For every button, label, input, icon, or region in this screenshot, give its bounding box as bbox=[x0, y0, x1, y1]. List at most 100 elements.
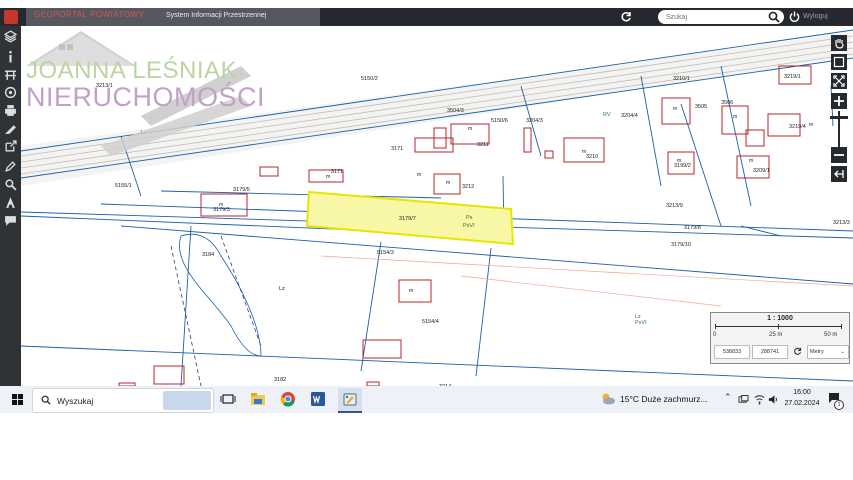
plus-icon bbox=[834, 96, 844, 106]
svg-text:3211: 3211 bbox=[477, 142, 489, 148]
zoom-box-button[interactable] bbox=[831, 54, 847, 70]
coord-y: 288741 bbox=[752, 345, 788, 359]
windows-start-icon[interactable] bbox=[12, 394, 23, 405]
svg-text:3204/4: 3204/4 bbox=[621, 113, 638, 119]
svg-text:m: m bbox=[417, 172, 421, 178]
svg-text:3504/3: 3504/3 bbox=[447, 108, 464, 114]
wifi-icon[interactable] bbox=[754, 394, 765, 405]
svg-text:3210/1: 3210/1 bbox=[673, 76, 690, 82]
svg-text:3179/8: 3179/8 bbox=[684, 225, 701, 231]
scale-ratio: 1 : 1000 bbox=[767, 315, 793, 322]
scale-tick-50: 50 m bbox=[824, 332, 838, 338]
chrome-icon[interactable] bbox=[280, 391, 296, 407]
weather-text[interactable]: 15°C Duże zachmurz... bbox=[620, 394, 708, 404]
svg-text:3210: 3210 bbox=[586, 154, 598, 160]
svg-text:5150/6: 5150/6 bbox=[491, 118, 508, 124]
svg-text:3204/3: 3204/3 bbox=[526, 118, 543, 124]
svg-text:3213/3: 3213/3 bbox=[833, 220, 850, 226]
svg-text:m: m bbox=[677, 158, 681, 164]
svg-text:5155/1: 5155/1 bbox=[115, 183, 132, 189]
svg-text:RV: RV bbox=[603, 112, 611, 118]
info-icon[interactable] bbox=[4, 50, 17, 63]
layers-icon[interactable] bbox=[4, 30, 17, 43]
svg-text:3219/4: 3219/4 bbox=[789, 124, 806, 130]
svg-text:m: m bbox=[733, 114, 737, 120]
paint-icon[interactable] bbox=[342, 391, 358, 407]
task-view-icon[interactable] bbox=[220, 391, 236, 407]
svg-text:3505: 3505 bbox=[695, 104, 707, 110]
clock-date[interactable]: 27.02.2024 bbox=[782, 400, 822, 407]
chevron-down-icon: ⌄ bbox=[840, 349, 845, 355]
unit-select[interactable]: Metry ⌄ bbox=[807, 345, 849, 359]
screen: 5150/2 3210/1 3219/1 3219/4 5150/6 3204/… bbox=[0, 0, 853, 413]
svg-text:3171: 3171 bbox=[391, 146, 403, 152]
svg-text:3209/1: 3209/1 bbox=[753, 168, 770, 174]
export-icon[interactable] bbox=[4, 140, 17, 153]
file-explorer-icon[interactable] bbox=[250, 391, 266, 407]
logout-label[interactable]: Wyloguj bbox=[803, 13, 828, 20]
svg-text:PsVI: PsVI bbox=[635, 320, 647, 326]
svg-text:m: m bbox=[446, 180, 450, 186]
search-box bbox=[658, 10, 784, 24]
power-icon[interactable] bbox=[789, 11, 800, 22]
coat-of-arms-icon bbox=[4, 10, 18, 24]
zoom-slider-handle[interactable] bbox=[830, 116, 848, 119]
taskbar-search-label: Wyszukaj bbox=[57, 396, 94, 406]
svg-text:m: m bbox=[749, 158, 753, 164]
chevron-up-icon[interactable]: ⌃ bbox=[724, 392, 732, 403]
expand-icon bbox=[833, 75, 845, 87]
watermark-line2: NIERUCHOMOŚCI bbox=[26, 80, 265, 112]
left-toolbar bbox=[0, 26, 21, 386]
zoom-box-icon bbox=[833, 56, 845, 68]
word-icon[interactable] bbox=[310, 391, 326, 407]
volume-icon[interactable] bbox=[768, 394, 779, 405]
parcel-label: 5150/2 bbox=[361, 76, 378, 82]
taskbar-search[interactable]: Wyszukaj bbox=[32, 388, 214, 413]
svg-text:PsVI: PsVI bbox=[463, 223, 475, 229]
svg-text:m: m bbox=[219, 202, 223, 208]
coord-x: 538833 bbox=[714, 345, 750, 359]
app-subtitle: System Informacji Przestrzennej bbox=[166, 12, 267, 19]
svg-text:m: m bbox=[809, 122, 813, 128]
refresh-icon[interactable] bbox=[620, 11, 632, 23]
active-indicator bbox=[338, 411, 362, 413]
draw-icon[interactable] bbox=[4, 122, 17, 135]
svg-text:3179/10: 3179/10 bbox=[671, 242, 691, 248]
svg-text:3213/9: 3213/9 bbox=[666, 203, 683, 209]
measure-icon[interactable] bbox=[4, 68, 17, 81]
svg-text:m: m bbox=[409, 288, 413, 294]
text-icon[interactable] bbox=[4, 196, 17, 209]
svg-text:3179/5: 3179/5 bbox=[233, 187, 250, 193]
target-icon[interactable] bbox=[4, 86, 17, 99]
svg-text:m: m bbox=[468, 126, 472, 132]
svg-text:m: m bbox=[582, 149, 586, 155]
app-name: GEOPORTAL POWIATOWY bbox=[34, 10, 145, 19]
svg-text:3212: 3212 bbox=[462, 184, 474, 190]
arrow-left-icon bbox=[834, 170, 844, 178]
taskbar-search-icon bbox=[41, 395, 51, 405]
search-highlight-image bbox=[163, 391, 211, 410]
svg-text:3184: 3184 bbox=[202, 252, 214, 258]
taskbar: Wyszukaj 15°C Duże zachmurz... ⌃ 16:00 2… bbox=[0, 386, 853, 413]
search-icon[interactable] bbox=[768, 11, 780, 23]
full-extent-button[interactable] bbox=[831, 73, 847, 89]
pencil-icon[interactable] bbox=[4, 160, 17, 173]
zoom-out-button[interactable] bbox=[831, 147, 847, 163]
svg-text:3506: 3506 bbox=[721, 100, 733, 106]
notification-count: 1 bbox=[834, 400, 844, 410]
svg-text:5154/3: 5154/3 bbox=[377, 250, 394, 256]
onedrive-icon[interactable] bbox=[738, 395, 749, 404]
comment-icon[interactable] bbox=[4, 214, 17, 227]
refresh-coords-icon[interactable] bbox=[793, 347, 802, 356]
pan-button[interactable] bbox=[831, 35, 847, 51]
clock-time[interactable]: 16:00 bbox=[782, 389, 822, 396]
scale-tick-0: 0 bbox=[713, 332, 717, 338]
back-button[interactable] bbox=[831, 166, 847, 182]
scale-panel: 1 : 1000 0 25 m 50 m 538833 288741 Metry… bbox=[710, 312, 850, 364]
search-tool-icon[interactable] bbox=[4, 178, 17, 191]
print-icon[interactable] bbox=[4, 104, 17, 117]
search-input[interactable] bbox=[666, 11, 761, 23]
svg-text:3179/7: 3179/7 bbox=[399, 216, 416, 222]
zoom-in-button[interactable] bbox=[831, 93, 847, 109]
unit-label: Metry bbox=[810, 349, 824, 355]
